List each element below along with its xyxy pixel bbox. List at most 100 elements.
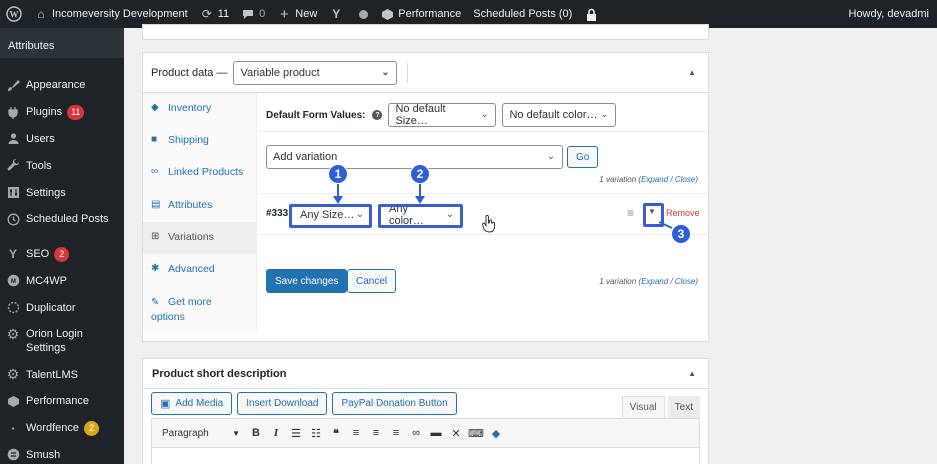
sidebar-item-duplicator[interactable]: Duplicator [0, 294, 124, 321]
align-left-icon[interactable]: ≡ [346, 423, 366, 443]
expand-link[interactable]: Expand [641, 277, 668, 286]
variation-count-text: 1 variation ( [599, 175, 642, 184]
tab-variations[interactable]: ⊞ Variations [143, 221, 256, 254]
new-label: New [295, 8, 318, 20]
tag-icon: ◆ [151, 102, 159, 113]
remove-variation-link[interactable]: Remove [666, 208, 700, 218]
wordpress-logo-icon[interactable]: W [0, 0, 28, 28]
add-variation-value: Add variation [273, 151, 338, 163]
tab-linked-products[interactable]: ∞ Linked Products [143, 157, 256, 189]
short-description-box: Product short description ▲ ▣ Add Media … [142, 358, 709, 464]
plugin-toolbar-icon[interactable]: ◆ [486, 423, 506, 443]
link-icon: ∞ [151, 166, 159, 178]
sidebar-item-scheduled-posts[interactable]: Scheduled Posts [0, 206, 124, 233]
keyboard-icon[interactable]: ⌨ [466, 423, 486, 443]
sidebar-item-settings[interactable]: Settings [0, 179, 124, 206]
bullet-list-icon[interactable]: ☰ [286, 423, 306, 443]
plugin-icon [6, 105, 20, 119]
insert-download-button[interactable]: Insert Download [237, 392, 328, 415]
performance-icon [6, 394, 20, 408]
gear-icon: ⚙ [6, 366, 20, 383]
close-link[interactable]: Close [675, 175, 695, 184]
editor-content-area[interactable] [151, 448, 700, 464]
highlight-color-select [378, 204, 463, 228]
slash-text: / [668, 175, 675, 184]
tab-inventory[interactable]: ◆ Inventory [143, 93, 256, 125]
sidebar-item-tools[interactable]: Tools [0, 152, 124, 179]
go-button[interactable]: Go [567, 146, 599, 168]
sidebar-item-orion-login[interactable]: ⚙ Orion Login Settings [0, 321, 124, 361]
grid-icon: ⊞ [151, 230, 160, 242]
tab-advanced[interactable]: ✱ Advanced [143, 254, 256, 286]
default-color-value: No default color… [509, 109, 598, 121]
sidebar-item-performance[interactable]: Performance [0, 388, 124, 415]
howdy-label: Howdy, devadmi [848, 8, 930, 20]
tab-label: Attributes [168, 198, 213, 211]
sidebar-item-label: MC4WP [26, 274, 67, 287]
blockquote-icon[interactable]: ❝ [326, 423, 346, 443]
italic-icon[interactable]: I [266, 423, 286, 443]
sidebar-item-label: Smush [26, 448, 61, 461]
wrench-icon [6, 159, 20, 173]
performance-label: Performance [398, 8, 462, 20]
collapse-toggle-icon[interactable]: ▲ [688, 68, 696, 77]
sidebar-item-plugins[interactable]: Plugins 11 [0, 99, 124, 126]
paragraph-format-select[interactable]: Paragraph ▼ [156, 423, 246, 443]
scheduled-posts-label: Scheduled Posts (0) [473, 8, 573, 20]
tab-visual[interactable]: Visual [621, 396, 665, 418]
sidebar-item-appearance[interactable]: Appearance [0, 72, 124, 99]
align-right-icon[interactable]: ≡ [386, 423, 406, 443]
sidebar-item-label: Tools [26, 159, 52, 172]
svg-text:W: W [10, 10, 19, 20]
status-dot-icon [359, 9, 369, 19]
align-center-icon[interactable]: ≡ [366, 423, 386, 443]
default-color-select[interactable]: No default color… ⌄ [502, 103, 617, 127]
bold-icon[interactable]: B [246, 423, 266, 443]
wordfence-icon: ▪ [11, 423, 15, 433]
yoast-icon: Y [332, 7, 341, 21]
paragraph-value: Paragraph [162, 427, 209, 439]
save-changes-button[interactable]: Save changes [266, 269, 348, 293]
help-icon[interactable]: ? [372, 110, 383, 120]
tab-get-more-options[interactable]: ✎ Get more options [143, 286, 256, 334]
paren-text: ) [695, 175, 698, 184]
paypal-donation-button[interactable]: PayPal Donation Button [332, 392, 457, 415]
drag-handle-icon[interactable]: ≡ [627, 206, 634, 220]
expand-link[interactable]: Expand [641, 175, 668, 184]
tab-label: Inventory [168, 102, 212, 114]
sidebar-item-users[interactable]: Users [0, 126, 124, 153]
product-data-box: Product data — Variable product ⌄ ▲ ◆ In… [142, 52, 709, 342]
header-divider [407, 62, 409, 83]
tab-label: Variations [168, 230, 214, 243]
short-description-title: Product short description [152, 367, 287, 380]
sidebar-item-label: SEO [26, 248, 50, 261]
product-type-select[interactable]: Variable product ⌄ [233, 60, 398, 85]
sidebar-item-smush[interactable]: Smush [0, 442, 124, 464]
sidebar-item-wordfence[interactable]: ▪ Wordfence 2 [0, 415, 124, 442]
submenu-item-attributes[interactable]: Attributes [8, 40, 124, 52]
callout-2: 2 [410, 164, 430, 184]
numbered-list-icon[interactable]: ☷ [306, 423, 326, 443]
sidebar-item-mc4wp[interactable]: M MC4WP [0, 268, 124, 295]
cancel-button[interactable]: Cancel [347, 269, 397, 293]
comments-count: 0 [259, 8, 266, 20]
sidebar-item-seo[interactable]: Y SEO 2 [0, 241, 124, 268]
mc4wp-icon: M [6, 274, 20, 288]
sidebar-item-label: Performance [26, 395, 89, 408]
read-more-icon[interactable]: ▬ [426, 423, 446, 443]
admin-sidebar: Attributes Appearance Plugins 11 Users T… [0, 28, 124, 464]
add-media-button[interactable]: ▣ Add Media [151, 392, 233, 415]
tab-shipping[interactable]: ■ Shipping [143, 125, 256, 157]
performance-icon [380, 7, 394, 21]
my-account-link[interactable]: Howdy, devadmi [843, 0, 936, 28]
collapse-toggle-icon[interactable]: ▲ [688, 369, 696, 378]
site-name-label: Incomeversity Development [52, 8, 188, 20]
tab-text[interactable]: Text [667, 396, 700, 418]
users-icon [6, 132, 20, 146]
fullscreen-icon[interactable]: ✕ [446, 423, 466, 443]
close-link[interactable]: Close [675, 277, 695, 286]
link-icon[interactable]: ∞ [406, 423, 426, 443]
tab-attributes[interactable]: ▤ Attributes [143, 190, 256, 222]
default-size-select[interactable]: No default Size… ⌄ [388, 103, 497, 127]
sidebar-item-talentlms[interactable]: ⚙ TalentLMS [0, 361, 124, 388]
